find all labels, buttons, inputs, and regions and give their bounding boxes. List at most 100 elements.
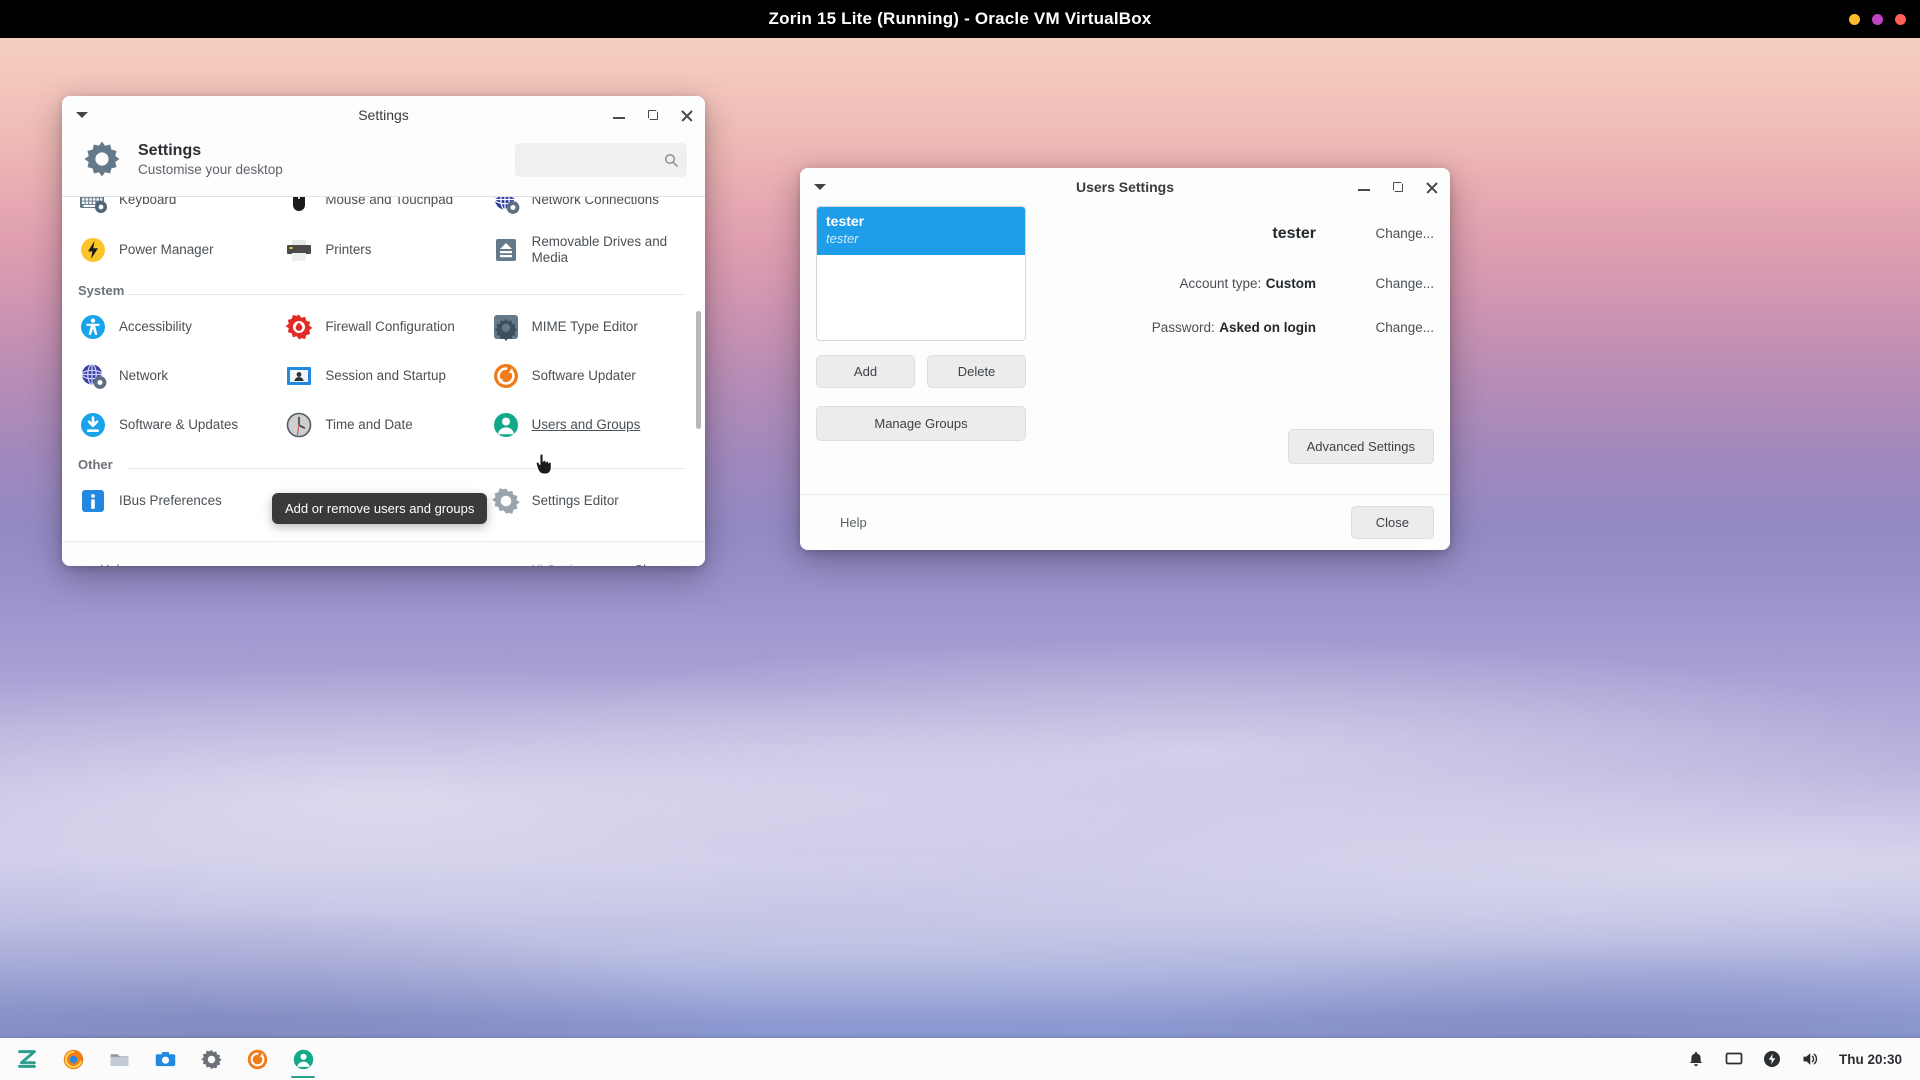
taskbar-tray: Thu 20:30 bbox=[1687, 1050, 1920, 1068]
search-field-wrapper[interactable] bbox=[515, 143, 687, 177]
change-account-type-button[interactable]: Change... bbox=[1375, 276, 1434, 291]
firefox-icon[interactable] bbox=[52, 1038, 94, 1080]
settings-icon[interactable] bbox=[190, 1038, 232, 1080]
delete-user-button[interactable]: Delete bbox=[927, 355, 1026, 388]
username-value: tester bbox=[1272, 225, 1316, 242]
change-username-button[interactable]: Change... bbox=[1375, 226, 1434, 241]
close-icon[interactable] bbox=[1424, 179, 1440, 195]
volume-icon[interactable] bbox=[1801, 1050, 1819, 1068]
notification-bell-icon[interactable] bbox=[1687, 1050, 1705, 1068]
user-list[interactable]: tester tester bbox=[816, 206, 1026, 341]
category-row: Keyboard Mouse and Touchpad bbox=[72, 196, 691, 225]
zorin-menu-icon[interactable] bbox=[6, 1038, 48, 1080]
category-label: Printers bbox=[325, 242, 371, 258]
settings-category-area[interactable]: Keyboard Mouse and Touchpad bbox=[62, 196, 705, 541]
detail-row-username: tester Change... bbox=[1040, 206, 1434, 262]
detail-left: Account type: Custom bbox=[1040, 275, 1342, 293]
screenshot-icon[interactable] bbox=[144, 1038, 186, 1080]
category-item-time-and-date[interactable]: Time and Date bbox=[278, 400, 484, 449]
category-item-firewall-configuration[interactable]: Firewall Configuration bbox=[278, 302, 484, 351]
search-input[interactable] bbox=[515, 143, 687, 177]
settings-footer: Help All Settings Close bbox=[62, 541, 705, 566]
manage-groups-button[interactable]: Manage Groups bbox=[816, 406, 1026, 441]
detail-row-account-type: Account type: Custom Change... bbox=[1040, 262, 1434, 306]
category-label: Keyboard bbox=[119, 196, 176, 209]
maximize-dot[interactable] bbox=[1872, 14, 1883, 25]
category-label: Software Updater bbox=[532, 368, 636, 384]
wallpaper-mountains-layer bbox=[0, 642, 1920, 1080]
list-item[interactable]: tester tester bbox=[817, 207, 1025, 255]
users-window-titlebar: Users Settings bbox=[800, 168, 1450, 206]
settings-heading-block: Settings Customise your desktop bbox=[138, 141, 515, 179]
mouse-cursor-icon bbox=[534, 453, 552, 475]
minimize-icon[interactable] bbox=[1356, 179, 1372, 195]
category-item-settings-editor[interactable]: Settings Editor bbox=[485, 476, 691, 525]
help-button[interactable]: Help bbox=[816, 507, 891, 538]
software-updater-icon bbox=[491, 361, 521, 391]
settings-window-titlebar: Settings bbox=[62, 96, 705, 134]
power-manager-icon bbox=[78, 235, 108, 265]
category-item-printers[interactable]: Printers bbox=[278, 225, 484, 275]
category-item-accessibility[interactable]: Accessibility bbox=[72, 302, 278, 351]
virtualbox-window-controls bbox=[1849, 0, 1906, 38]
software-updates-icon bbox=[78, 410, 108, 440]
category-item-network[interactable]: Network bbox=[72, 351, 278, 400]
category-label: Removable Drives and Media bbox=[532, 234, 685, 266]
category-item-mouse-and-touchpad[interactable]: Mouse and Touchpad bbox=[278, 196, 484, 225]
users-window-title: Users Settings bbox=[1076, 179, 1174, 195]
users-groups-icon bbox=[491, 410, 521, 440]
close-button[interactable]: Close bbox=[1351, 506, 1434, 539]
category-label: Mouse and Touchpad bbox=[325, 196, 453, 209]
category-item-power-manager[interactable]: Power Manager bbox=[72, 225, 278, 275]
close-button[interactable]: Close bbox=[614, 555, 687, 566]
user-real-name: tester bbox=[826, 231, 1016, 247]
all-settings-button[interactable]: All Settings bbox=[509, 555, 614, 566]
users-window-controls bbox=[1356, 168, 1440, 206]
close-dot[interactable] bbox=[1895, 14, 1906, 25]
password-label: Password: bbox=[1152, 320, 1215, 335]
detail-left: Password: Asked on login bbox=[1040, 319, 1342, 337]
mime-type-icon bbox=[491, 312, 521, 342]
change-password-button[interactable]: Change... bbox=[1375, 320, 1434, 335]
users-settings-window[interactable]: Users Settings tester tester Add Delete bbox=[800, 168, 1450, 550]
category-item-keyboard[interactable]: Keyboard bbox=[72, 196, 278, 225]
category-item-removable-drives-and-media[interactable]: Removable Drives and Media bbox=[485, 225, 691, 275]
help-button[interactable]: Help bbox=[80, 555, 147, 566]
taskbar-clock[interactable]: Thu 20:30 bbox=[1839, 1052, 1902, 1067]
add-user-button[interactable]: Add bbox=[816, 355, 915, 388]
desktop: Settings Settings Customise your desktop bbox=[0, 38, 1920, 1080]
users-window-footer: Help Close bbox=[800, 494, 1450, 550]
software-updater-icon[interactable] bbox=[236, 1038, 278, 1080]
gear-icon bbox=[80, 138, 124, 182]
session-startup-icon bbox=[284, 361, 314, 391]
maximize-icon[interactable] bbox=[1390, 179, 1406, 195]
display-icon[interactable] bbox=[1725, 1050, 1743, 1068]
minimize-icon[interactable] bbox=[611, 107, 627, 123]
category-item-session-and-startup[interactable]: Session and Startup bbox=[278, 351, 484, 400]
category-item-mime-type-editor[interactable]: MIME Type Editor bbox=[485, 302, 691, 351]
category-item-network-connections[interactable]: Network Connections bbox=[485, 196, 691, 225]
settings-vertical-scrollbar[interactable] bbox=[696, 311, 701, 429]
window-menu-arrow-icon[interactable] bbox=[76, 112, 88, 118]
network-connections-icon bbox=[491, 196, 521, 216]
detail-left: tester bbox=[1040, 225, 1342, 243]
category-item-software-and-updates[interactable]: Software & Updates bbox=[72, 400, 278, 449]
category-item-ibus-preferences[interactable]: IBus Preferences bbox=[72, 476, 278, 525]
file-manager-icon[interactable] bbox=[98, 1038, 140, 1080]
category-label: Software & Updates bbox=[119, 417, 238, 433]
keyboard-icon bbox=[78, 196, 108, 216]
advanced-settings-button[interactable]: Advanced Settings bbox=[1288, 429, 1434, 464]
power-icon[interactable] bbox=[1763, 1050, 1781, 1068]
maximize-icon[interactable] bbox=[645, 107, 661, 123]
close-icon[interactable] bbox=[679, 107, 695, 123]
accessibility-icon bbox=[78, 312, 108, 342]
users-settings-icon[interactable] bbox=[282, 1038, 324, 1080]
category-item-software-updater[interactable]: Software Updater bbox=[485, 351, 691, 400]
virtualbox-titlebar: Zorin 15 Lite (Running) - Oracle VM Virt… bbox=[0, 0, 1920, 38]
minimize-dot[interactable] bbox=[1849, 14, 1860, 25]
virtualbox-window-title: Zorin 15 Lite (Running) - Oracle VM Virt… bbox=[769, 9, 1152, 29]
search-icon bbox=[664, 153, 678, 167]
category-label: MIME Type Editor bbox=[532, 319, 638, 335]
category-item-users-and-groups[interactable]: Users and Groups bbox=[485, 400, 691, 449]
window-menu-arrow-icon[interactable] bbox=[814, 184, 826, 190]
